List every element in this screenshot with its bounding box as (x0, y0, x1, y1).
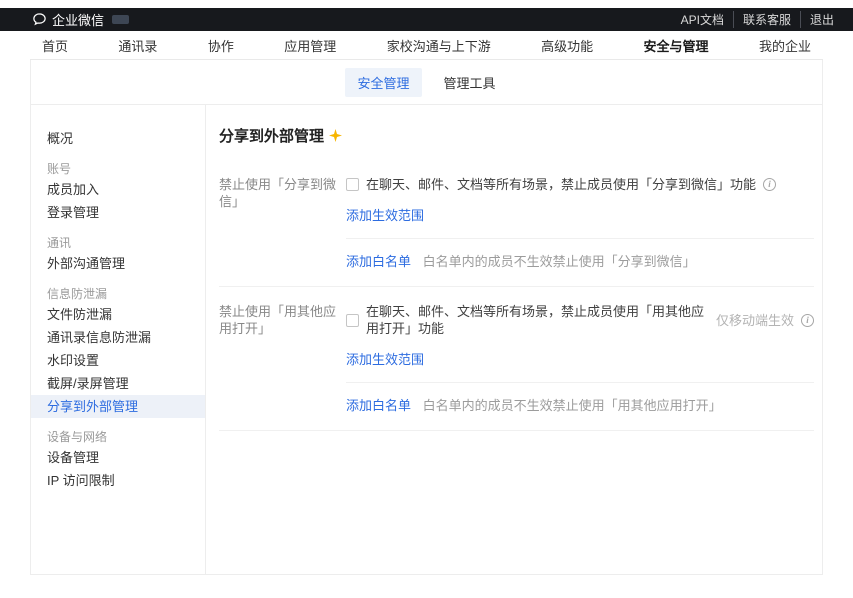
nav-item-school-upstream[interactable]: 家校沟通与上下游 (387, 36, 491, 55)
wecom-logo-icon (32, 12, 47, 27)
sidebar-item-screenshot-management[interactable]: 截屏/录屏管理 (31, 372, 205, 395)
add-scope-link[interactable]: 添加生效范围 (346, 349, 424, 368)
checkbox-row: 在聊天、邮件、文档等所有场景，禁止成员使用「分享到微信」功能 i (346, 176, 814, 193)
wecom-logo[interactable]: 企业微信 (32, 10, 129, 29)
page-title-text: 分享到外部管理 (219, 125, 324, 146)
info-icon[interactable]: i (763, 178, 776, 191)
add-whitelist-link[interactable]: 添加白名单 (346, 398, 411, 413)
sidebar-item-overview[interactable]: 概况 (31, 127, 205, 150)
setting-label: 禁止使用「分享到微信」 (219, 176, 346, 270)
settings-sidebar: 概况 账号 成员加入 登录管理 通讯 外部沟通管理 信息防泄漏 文件防泄漏 通讯… (31, 105, 206, 574)
setting-open-with-other-apps: 禁止使用「用其他应用打开」 在聊天、邮件、文档等所有场景，禁止成员使用「用其他应… (219, 303, 814, 414)
add-whitelist-link[interactable]: 添加白名单 (346, 254, 411, 269)
checkbox-label: 在聊天、邮件、文档等所有场景，禁止成员使用「分享到微信」功能 (366, 176, 756, 193)
divider (219, 286, 814, 287)
wecom-logo-text: 企业微信 (52, 10, 104, 29)
main-card: 安全管理 管理工具 概况 账号 成员加入 登录管理 通讯 外部沟通管理 信息防泄… (30, 60, 823, 575)
nav-item-home[interactable]: 首页 (42, 36, 68, 55)
nav-item-app-management[interactable]: 应用管理 (284, 36, 336, 55)
checkbox-label: 在聊天、邮件、文档等所有场景，禁止成员使用「用其他应用打开」功能 (366, 303, 709, 337)
sidebar-item-file-leak-prevention[interactable]: 文件防泄漏 (31, 303, 205, 326)
sidebar-item-watermark[interactable]: 水印设置 (31, 349, 205, 372)
spark-icon (329, 129, 342, 142)
sidebar-item-login-management[interactable]: 登录管理 (31, 201, 205, 224)
setting-share-to-wechat: 禁止使用「分享到微信」 在聊天、邮件、文档等所有场景，禁止成员使用「分享到微信」… (219, 176, 814, 270)
checkbox-row: 在聊天、邮件、文档等所有场景，禁止成员使用「用其他应用打开」功能 仅移动端生效 … (346, 303, 814, 337)
divider (219, 430, 814, 431)
mobile-only-note: 仅移动端生效 (716, 312, 794, 329)
setting-label: 禁止使用「用其他应用打开」 (219, 303, 346, 414)
nav-item-contacts[interactable]: 通讯录 (118, 36, 157, 55)
sidebar-item-external-share-management[interactable]: 分享到外部管理 (31, 395, 205, 418)
add-scope-link[interactable]: 添加生效范围 (346, 205, 424, 224)
nav-item-advanced-features[interactable]: 高级功能 (541, 36, 593, 55)
toplink-api-docs[interactable]: API文档 (672, 11, 733, 28)
divider (346, 382, 814, 383)
main-nav: 首页 通讯录 协作 应用管理 家校沟通与上下游 高级功能 安全与管理 我的企业 (30, 31, 823, 60)
sidebar-header-account: 账号 (31, 160, 205, 178)
sidebar-header-communication: 通讯 (31, 234, 205, 252)
tab-security-management[interactable]: 安全管理 (345, 68, 421, 97)
open-with-other-apps-checkbox[interactable] (346, 314, 359, 327)
whitelist-row: 添加白名单 白名单内的成员不生效禁止使用「分享到微信」 (346, 253, 814, 270)
content-panel: 分享到外部管理 禁止使用「分享到微信」 在聊天、邮件、文档等所有场景，禁止成员使… (206, 105, 822, 574)
toplink-logout[interactable]: 退出 (800, 11, 843, 28)
nav-item-collaboration[interactable]: 协作 (208, 36, 234, 55)
toplink-support[interactable]: 联系客服 (733, 11, 800, 28)
divider (346, 238, 814, 239)
topbar-links: API文档 联系客服 退出 (672, 11, 843, 28)
topbar: 企业微信 API文档 联系客服 退出 (0, 8, 853, 31)
sidebar-item-external-communication[interactable]: 外部沟通管理 (31, 252, 205, 275)
sidebar-header-device-network: 设备与网络 (31, 428, 205, 446)
sidebar-item-member-join[interactable]: 成员加入 (31, 178, 205, 201)
share-to-wechat-checkbox[interactable] (346, 178, 359, 191)
sidebar-item-ip-restriction[interactable]: IP 访问限制 (31, 469, 205, 492)
whitelist-row: 添加白名单 白名单内的成员不生效禁止使用「用其他应用打开」 (346, 397, 814, 414)
whitelist-description: 白名单内的成员不生效禁止使用「用其他应用打开」 (423, 398, 722, 413)
info-icon[interactable]: i (801, 314, 814, 327)
tab-admin-tools[interactable]: 管理工具 (432, 68, 508, 97)
nav-item-my-company[interactable]: 我的企业 (759, 36, 811, 55)
subtab-bar: 安全管理 管理工具 (31, 60, 822, 105)
whitelist-description: 白名单内的成员不生效禁止使用「分享到微信」 (423, 254, 696, 269)
sidebar-item-contacts-leak-prevention[interactable]: 通讯录信息防泄漏 (31, 326, 205, 349)
logo-badge (112, 15, 129, 24)
sidebar-header-info-leak-prevention: 信息防泄漏 (31, 285, 205, 303)
sidebar-item-device-management[interactable]: 设备管理 (31, 446, 205, 469)
page-title: 分享到外部管理 (219, 125, 814, 146)
nav-item-security-management[interactable]: 安全与管理 (644, 36, 709, 55)
